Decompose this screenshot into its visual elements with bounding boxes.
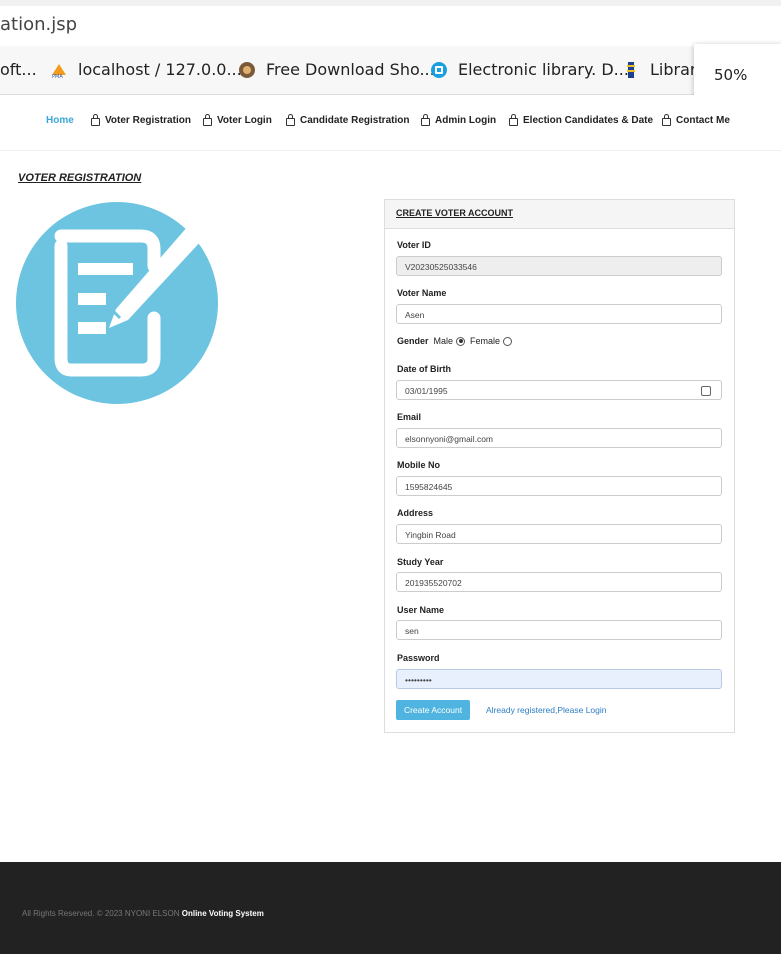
study-year-field[interactable]: 201935520702 <box>396 572 722 592</box>
address-field[interactable]: Yingbin Road <box>396 524 722 544</box>
gender-label: Gender <box>397 336 429 346</box>
footer <box>0 862 781 954</box>
voter-id-value: V20230525033546 <box>405 262 477 272</box>
copyright-text: All Rights Reserved. © 2023 NYONI ELSON <box>22 909 180 918</box>
create-account-button[interactable]: Create Account <box>396 700 470 720</box>
bookmark-label: Electronic library. D... <box>458 60 629 79</box>
password-label: Password <box>397 653 440 663</box>
nav-voter-registration[interactable]: Voter Registration <box>91 113 191 126</box>
password-value: ••••••••• <box>405 675 432 685</box>
lock-icon <box>286 113 295 126</box>
address-label: Address <box>397 508 434 518</box>
mobile-field[interactable]: 1595824645 <box>396 476 722 496</box>
bookmark-1[interactable]: oft... <box>0 60 37 79</box>
gender-male-label: Male <box>433 336 454 346</box>
bookmarks-bar: oft... PMA localhost / 127.0.0.... Free … <box>0 46 781 95</box>
dob-field[interactable]: 03/01/1995 <box>396 380 722 400</box>
nav-label: Admin Login <box>435 115 497 126</box>
lock-icon <box>203 113 212 126</box>
bookmark-localhost[interactable]: PMA localhost / 127.0.0.... <box>50 60 247 79</box>
bookmark-label: localhost / 127.0.0.... <box>78 60 247 79</box>
nav-label: Election Candidates & Date <box>523 115 654 126</box>
nav-label: Voter Registration <box>105 115 191 126</box>
download-site-icon <box>239 61 255 78</box>
address-text[interactable]: ation.jsp <box>0 14 77 35</box>
nav-label: Voter Login <box>217 115 272 126</box>
footer-text: All Rights Reserved. © 2023 NYONI ELSON … <box>22 909 264 918</box>
lock-icon <box>421 113 430 126</box>
mobile-label: Mobile No <box>397 460 440 470</box>
email-label: Email <box>397 412 422 422</box>
study-year-value: 201935520702 <box>405 578 462 588</box>
dob-value: 03/01/1995 <box>405 386 448 396</box>
nav-voter-login[interactable]: Voter Login <box>203 113 272 126</box>
username-value: sen <box>405 626 419 636</box>
nav-admin-login[interactable]: Admin Login <box>421 113 497 126</box>
zoom-level: 50% <box>714 66 748 84</box>
username-label: User Name <box>397 605 445 615</box>
site-nav: Home Voter Registration Voter Login Cand… <box>0 95 781 151</box>
phpmyadmin-icon: PMA <box>52 63 66 79</box>
nav-label: Contact Me <box>676 115 730 126</box>
panel-heading: CREATE VOTER ACCOUNT <box>396 208 513 218</box>
voter-name-field[interactable]: Asen <box>396 304 722 324</box>
login-link[interactable]: Already registered,Please Login <box>486 705 607 715</box>
svg-text:PMA: PMA <box>52 74 63 79</box>
calendar-icon[interactable] <box>701 386 711 396</box>
bookmark-label: Free Download Sho... <box>266 60 435 79</box>
nav-contact-me[interactable]: Contact Me <box>662 113 730 126</box>
lock-icon <box>662 113 671 126</box>
address-bar[interactable]: ation.jsp <box>0 0 781 46</box>
email-field[interactable]: elsonnyoni@gmail.com <box>396 428 722 448</box>
create-account-panel: CREATE VOTER ACCOUNT Voter ID V202305250… <box>384 199 735 733</box>
email-value: elsonnyoni@gmail.com <box>405 434 494 444</box>
nav-election-candidates[interactable]: Election Candidates & Date <box>509 113 654 126</box>
nav-label: Home <box>46 115 74 126</box>
gender-row: Gender Male Female <box>397 336 517 346</box>
nav-label: Candidate Registration <box>300 115 410 126</box>
footer-brand: Online Voting System <box>181 909 264 918</box>
address-value: Yingbin Road <box>405 530 456 540</box>
mobile-value: 1595824645 <box>405 482 453 492</box>
voter-name-value: Asen <box>405 310 425 320</box>
dob-label: Date of Birth <box>397 364 451 374</box>
tab-strip-edge <box>0 0 781 6</box>
panel-header: CREATE VOTER ACCOUNT <box>385 200 734 229</box>
nav-candidate-registration[interactable]: Candidate Registration <box>286 113 410 126</box>
nav-home[interactable]: Home <box>46 115 74 126</box>
lock-icon <box>91 113 100 126</box>
gender-female-radio[interactable] <box>503 336 513 346</box>
bookmark-electronic-library[interactable]: Electronic library. D... <box>430 60 629 79</box>
password-field[interactable]: ••••••••• <box>396 669 722 689</box>
library-icon <box>431 61 447 78</box>
voter-name-label: Voter Name <box>397 288 447 298</box>
voter-id-label: Voter ID <box>397 240 431 250</box>
zoom-popup: 50% <box>694 44 781 102</box>
gender-female-label: Female <box>470 336 501 346</box>
page-title: VOTER REGISTRATION <box>18 172 142 184</box>
library-book-icon <box>627 61 635 78</box>
voter-id-field[interactable]: V20230525033546 <box>396 256 722 276</box>
bookmark-label: oft... <box>0 60 37 79</box>
registration-form-icon <box>16 202 218 404</box>
gender-male-radio[interactable] <box>456 336 466 346</box>
lock-icon <box>509 113 518 126</box>
bookmark-free-download[interactable]: Free Download Sho... <box>238 60 435 79</box>
username-field[interactable]: sen <box>396 620 722 640</box>
study-year-label: Study Year <box>397 557 444 567</box>
